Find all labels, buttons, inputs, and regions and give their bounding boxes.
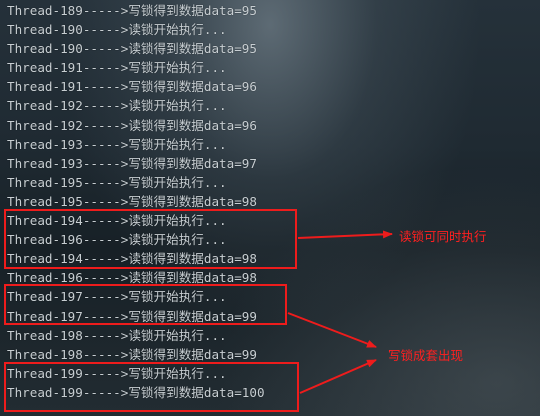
read-lock-note: 读锁可同时执行 — [399, 229, 487, 244]
write-lock-note: 写锁成套出现 — [388, 348, 464, 363]
arrow-from-box2 — [287, 312, 377, 348]
arrow-to-read-note — [297, 230, 393, 239]
console-output: Thread-189----->写锁得到数据data=95 Thread-190… — [0, 0, 540, 416]
arrow-from-box3 — [299, 359, 377, 394]
